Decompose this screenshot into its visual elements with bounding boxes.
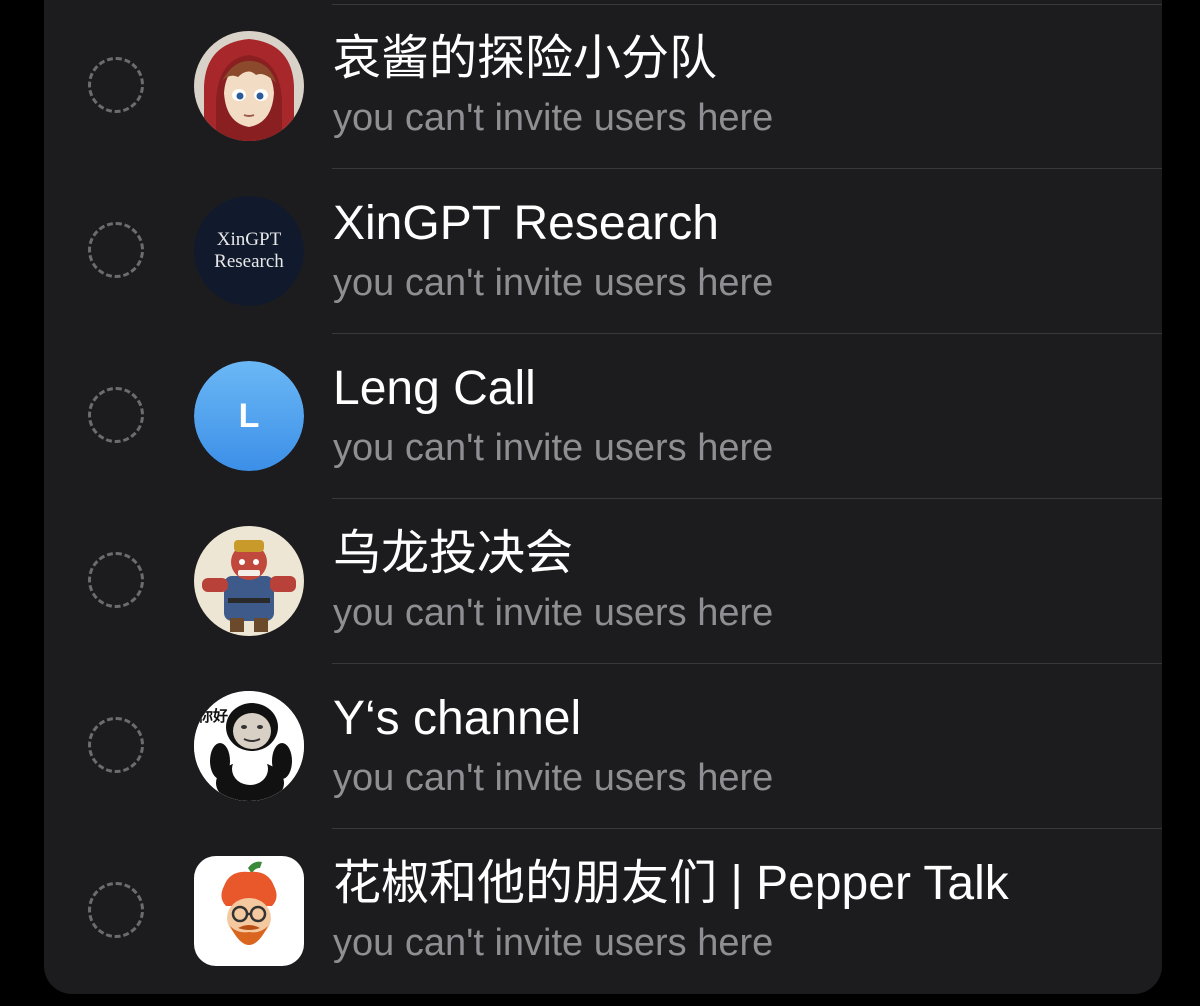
chat-list-panel: 哀酱的探险小分队 you can't invite users here Xin… <box>44 0 1162 994</box>
chat-title: XinGPT Research <box>333 197 719 250</box>
row-divider <box>332 828 1162 829</box>
chat-subtitle: you can't invite users here <box>333 97 774 139</box>
row-divider <box>332 333 1162 334</box>
chat-subtitle: you can't invite users here <box>333 262 774 304</box>
chat-title: 乌龙投决会 <box>333 527 574 580</box>
chat-row[interactable]: 你好 Y‘s channel you can't invite users he… <box>44 665 1162 829</box>
chat-title: 哀酱的探险小分队 <box>333 32 718 85</box>
avatar-text-line: XinGPT <box>216 229 282 250</box>
comic-warrior-avatar-icon <box>194 526 304 636</box>
chat-row[interactable]: 花椒和他的朋友们 | Pepper Talk you can't invite … <box>44 830 1162 994</box>
chat-row[interactable]: 乌龙投决会 you can't invite users here <box>44 500 1162 664</box>
chat-title: Y‘s channel <box>333 692 582 745</box>
selection-circle-icon[interactable] <box>88 717 144 773</box>
anime-girl-avatar-icon <box>194 31 304 141</box>
row-divider <box>332 663 1162 664</box>
chat-subtitle: you can't invite users here <box>333 757 774 799</box>
chat-title: 花椒和他的朋友们 | Pepper Talk <box>333 857 1009 910</box>
selection-circle-icon[interactable] <box>88 57 144 113</box>
selection-circle-icon[interactable] <box>88 552 144 608</box>
chat-row[interactable]: XinGPT Research XinGPT Research you can'… <box>44 170 1162 334</box>
letter-avatar-icon: L <box>194 361 304 471</box>
chat-subtitle: you can't invite users here <box>333 427 774 469</box>
chat-subtitle: you can't invite users here <box>333 592 774 634</box>
row-divider <box>332 498 1162 499</box>
chat-title: Leng Call <box>333 362 536 415</box>
chat-row[interactable]: L Leng Call you can't invite users here <box>44 335 1162 499</box>
text-logo-avatar-icon: XinGPT Research <box>194 196 304 306</box>
pepper-character-avatar-icon <box>194 856 304 966</box>
panda-meme-avatar-icon: 你好 <box>194 691 304 801</box>
selection-circle-icon[interactable] <box>88 387 144 443</box>
avatar-letter: L <box>194 361 304 471</box>
selection-circle-icon[interactable] <box>88 882 144 938</box>
row-divider <box>332 168 1162 169</box>
avatar-caption: 你好 <box>197 707 228 725</box>
chat-row[interactable]: 哀酱的探险小分队 you can't invite users here <box>44 5 1162 169</box>
selection-circle-icon[interactable] <box>88 222 144 278</box>
chat-subtitle: you can't invite users here <box>333 922 774 964</box>
avatar-text-line: Research <box>214 251 284 272</box>
